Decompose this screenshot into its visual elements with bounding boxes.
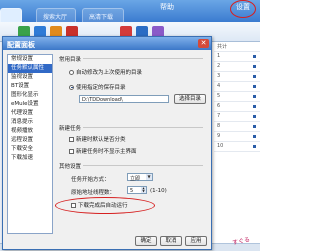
chevron-down-icon[interactable]: ▼	[146, 174, 152, 180]
list-item[interactable]: 7	[214, 112, 260, 122]
other-settings-heading: 其他设置	[59, 164, 82, 170]
nav-item-video[interactable]: 视频播放	[8, 127, 52, 136]
divider	[83, 58, 203, 59]
list-item[interactable]: 共计	[214, 42, 260, 52]
app-tab-current[interactable]	[0, 8, 22, 22]
list-item[interactable]: 10	[214, 142, 260, 152]
list-item[interactable]: 6	[214, 102, 260, 112]
check-hide-main-window[interactable]: 新建任务时不显示主界面	[69, 147, 137, 155]
threads-range-hint: (1-10)	[150, 188, 167, 194]
config-dialog: 配置面板 ✕ 常规设置 任务默认属性 监视设置 BT设置 图形化显示 eMule…	[2, 36, 212, 250]
spinner-arrows-icon[interactable]: ▲ ▼	[141, 187, 146, 193]
help-link[interactable]: 帮助	[160, 2, 174, 12]
nav-item-notifications[interactable]: 消息提示	[8, 118, 52, 127]
nav-item-graphic-display[interactable]: 图形化显示	[8, 91, 52, 100]
dialog-title-bar[interactable]: 配置面板	[3, 37, 211, 50]
nav-item-task-defaults[interactable]: 任务默认属性	[8, 64, 52, 73]
browse-dir-button[interactable]: 选择目录	[174, 94, 206, 104]
nav-item-acceleration[interactable]: 下载加速	[8, 154, 52, 163]
nav-item-bt[interactable]: BT设置	[8, 82, 52, 91]
cancel-button[interactable]: 取消	[160, 236, 182, 246]
checkbox[interactable]	[69, 136, 74, 142]
radio-button[interactable]	[69, 69, 74, 75]
nav-item-proxy[interactable]: 代理设置	[8, 109, 52, 118]
app-title-bar: 搜索大厅 高清下载 帮助 设置	[0, 0, 260, 22]
radio-specified-dir[interactable]: 使用指定的保存目录	[69, 83, 126, 91]
radio-button-selected[interactable]	[69, 84, 74, 90]
list-item[interactable]: 9	[214, 132, 260, 142]
nav-item-security[interactable]: 下载安全	[8, 145, 52, 154]
list-item[interactable]: 2	[214, 62, 260, 72]
ok-button[interactable]: 确定	[135, 236, 157, 246]
apply-button[interactable]: 应用	[185, 236, 207, 246]
new-task-heading: 新建任务	[59, 126, 82, 132]
nav-item-general[interactable]: 常规设置	[8, 55, 52, 64]
highlight-circle-settings	[230, 0, 256, 18]
list-item[interactable]: 1	[214, 52, 260, 62]
list-item[interactable]: 8	[214, 122, 260, 132]
radio-auto-last-dir[interactable]: 自动修改为上次使用的目录	[69, 68, 142, 76]
divider	[83, 165, 203, 166]
nav-item-remote[interactable]: 远程设置	[8, 136, 52, 145]
save-path-input[interactable]: D:\TDDownload\	[79, 95, 169, 103]
close-icon[interactable]: ✕	[198, 39, 209, 48]
threads-label: 原始地址线程数：	[71, 190, 116, 196]
nav-item-emule[interactable]: eMule设置	[8, 100, 52, 109]
app-tab-hd-download[interactable]: 高清下载	[82, 8, 124, 22]
settings-nav: 常规设置 任务默认属性 监视设置 BT设置 图形化显示 eMule设置 代理设置…	[7, 54, 53, 234]
checkbox[interactable]	[69, 148, 74, 154]
start-mode-label: 任务开始方式：	[71, 177, 110, 183]
check-default-category[interactable]: 新建时默认是否分类	[69, 135, 126, 143]
list-item[interactable]: 4	[214, 82, 260, 92]
highlight-circle-auto-run	[55, 197, 155, 214]
list-item[interactable]: 5	[214, 92, 260, 102]
divider	[83, 127, 203, 128]
list-item[interactable]: 3	[214, 72, 260, 82]
common-dir-heading: 常用目录	[59, 57, 82, 63]
dialog-title: 配置面板	[7, 41, 35, 49]
nav-item-monitor[interactable]: 监视设置	[8, 73, 52, 82]
app-tab-search-hall[interactable]: 搜索大厅	[36, 8, 76, 22]
threads-stepper[interactable]: 5 ▲ ▼	[127, 186, 147, 194]
start-mode-select[interactable]: 立即 ▼	[127, 173, 153, 182]
